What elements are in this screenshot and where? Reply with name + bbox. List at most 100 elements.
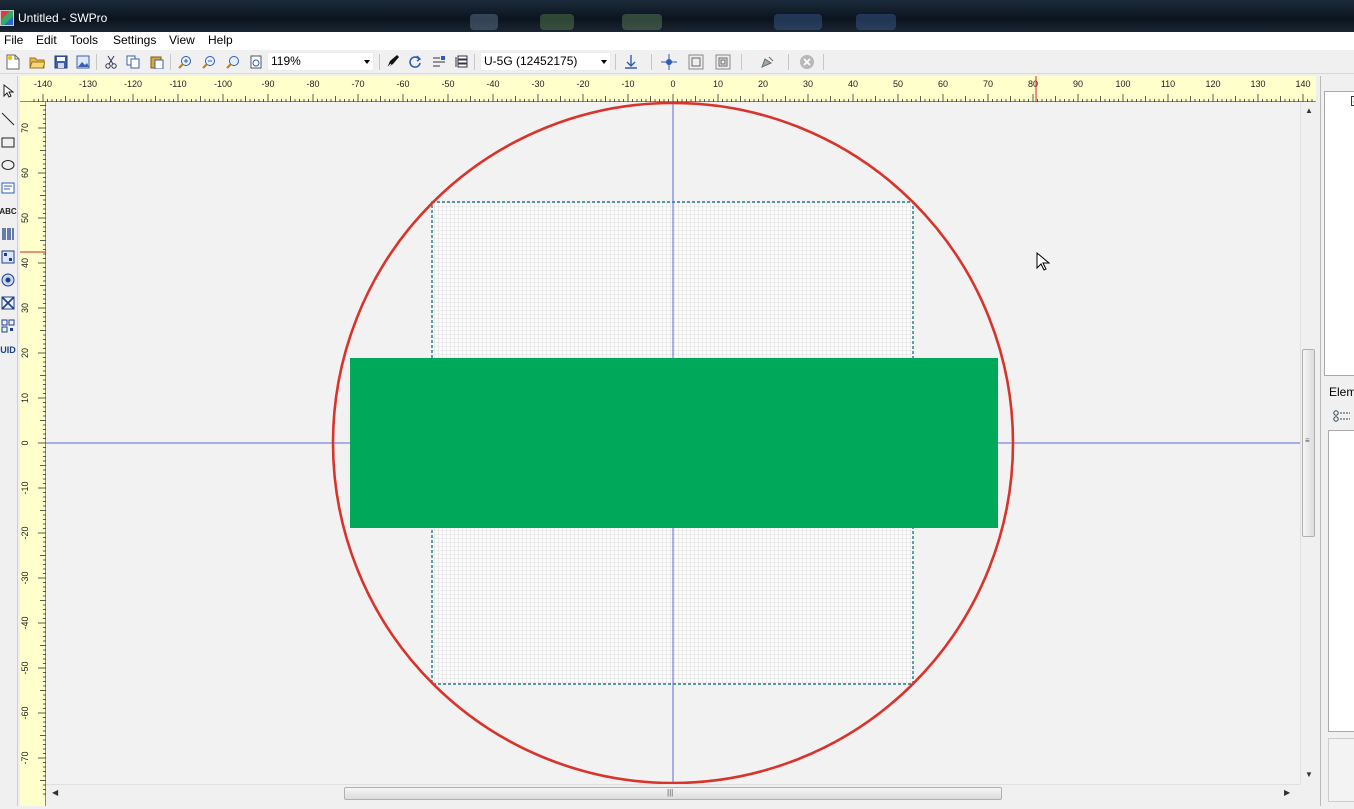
vertical-ruler-scale: 706050403020100-10-20-30-40-50-60-70 [20,102,46,806]
menu-tools[interactable]: Tools [70,33,98,47]
ruler-label: -50 [441,79,454,89]
toolbar-separator [615,54,616,70]
ruler-label: 10 [20,393,30,403]
ruler-label: 0 [670,79,675,89]
device-combo[interactable]: U-5G (12452175) [480,52,611,71]
line-tool-icon[interactable] [0,110,16,128]
arc-text-tool-icon[interactable]: ABC [0,202,16,220]
text-tool-icon[interactable] [0,179,16,197]
background-glow [470,14,498,30]
ruler-label: -140 [34,79,52,89]
barcode-tool-icon[interactable] [0,225,16,243]
select-tool-icon[interactable] [0,82,16,100]
ruler-label: 20 [20,348,30,358]
zoom-combo[interactable]: 119% [267,52,374,71]
element-list-icon[interactable] [1333,410,1351,425]
ruler-label: 0 [20,440,30,445]
menu-view[interactable]: View [169,33,195,47]
zoom-out-icon[interactable] [200,53,218,71]
zoom-value: 119% [271,54,301,68]
ruler-label: 40 [20,258,30,268]
paste-icon[interactable] [148,53,166,71]
horizontal-ruler: -140-130-120-110-100-90-80-70-60-50-40-3… [20,76,1316,102]
ruler-label: -60 [20,706,30,719]
ruler-label: 130 [1250,79,1265,89]
menu-edit[interactable]: Edit [36,33,57,47]
canvas-drawing [46,102,1300,784]
menu-file[interactable]: File [4,33,23,47]
center-icon[interactable] [660,53,678,71]
page-icon[interactable] [247,53,265,71]
frame-icon[interactable] [687,53,705,71]
ruler-label: -20 [20,526,30,539]
ruler-label: -70 [20,751,30,764]
ruler-label: 120 [1205,79,1220,89]
vertical-scrollbar[interactable]: ▲ ≡ ▼ [1300,102,1316,784]
zoom-fit-icon[interactable] [224,53,242,71]
background-glow [622,14,662,30]
layers-list[interactable]: ✓ [1324,91,1354,376]
circle-fill-tool-icon[interactable] [0,271,16,289]
matrix-tool-icon[interactable] [0,248,16,266]
image-icon[interactable] [74,53,92,71]
design-canvas[interactable] [46,102,1300,784]
uid-tool-icon[interactable]: UID [0,341,16,359]
open-icon[interactable] [28,53,46,71]
scroll-down-icon[interactable]: ▼ [1305,770,1313,779]
qr-code-tool-icon[interactable] [0,317,16,335]
ruler-label: 140 [1295,79,1310,89]
ruler-label: -90 [261,79,274,89]
ruler-label: -130 [79,79,97,89]
new-icon[interactable] [4,53,22,71]
vertical-scroll-thumb[interactable]: ≡ [1302,349,1315,537]
save-icon[interactable] [52,53,70,71]
ruler-label: 40 [848,79,858,89]
rectangle-tool-icon[interactable] [0,133,16,151]
ruler-label: 60 [20,168,30,178]
title-bar: Untitled - SWPro [0,0,1354,32]
scroll-right-icon[interactable]: ▶ [1284,788,1290,797]
ruler-label: -50 [20,661,30,674]
cut-icon[interactable] [102,53,120,71]
horizontal-ruler-scale: -140-130-120-110-100-90-80-70-60-50-40-3… [20,76,1316,102]
ruler-label: -40 [486,79,499,89]
layers-icon[interactable] [453,53,471,71]
toolbar-separator [788,54,789,70]
scroll-up-icon[interactable]: ▲ [1305,106,1313,115]
toolbar-separator [170,54,171,70]
ruler-label: 50 [893,79,903,89]
ruler-label: 80 [1028,79,1038,89]
main-toolbar: 119% U-5G (12452175) [0,50,1354,74]
download-icon[interactable] [622,53,640,71]
pattern-tool-icon[interactable] [0,294,16,312]
stop-icon[interactable] [798,53,816,71]
menu-bar: File Edit Tools Settings View Help [0,32,1354,50]
frame-double-icon[interactable] [714,53,732,71]
ellipse-tool-icon[interactable] [0,156,16,174]
mark-icon[interactable] [758,53,776,71]
ruler-label: 60 [938,79,948,89]
copy-icon[interactable] [124,53,142,71]
horizontal-scrollbar[interactable]: ◀ ||| ▶ [46,784,1300,802]
zoom-in-icon[interactable] [176,53,194,71]
refresh-icon[interactable] [406,53,424,71]
pen-icon[interactable] [384,53,402,71]
background-glow [774,14,822,30]
properties-box [1328,738,1354,802]
chevron-down-icon[interactable] [601,60,607,64]
ruler-label: -70 [351,79,364,89]
app-icon [0,10,14,26]
ruler-label: 110 [1161,79,1175,89]
chevron-down-icon[interactable] [364,60,370,64]
horizontal-scroll-thumb[interactable]: ||| [344,787,1002,800]
ruler-label: -100 [214,79,232,89]
menu-help[interactable]: Help [208,33,233,47]
green-bar-shape[interactable] [350,358,998,528]
mouse-cursor-icon [1036,252,1050,275]
ruler-label: -10 [20,481,30,494]
align-icon[interactable] [430,53,448,71]
elements-list[interactable] [1328,430,1354,732]
menu-settings[interactable]: Settings [113,33,156,47]
scroll-left-icon[interactable]: ◀ [52,788,58,797]
ruler-label: 30 [20,303,30,313]
